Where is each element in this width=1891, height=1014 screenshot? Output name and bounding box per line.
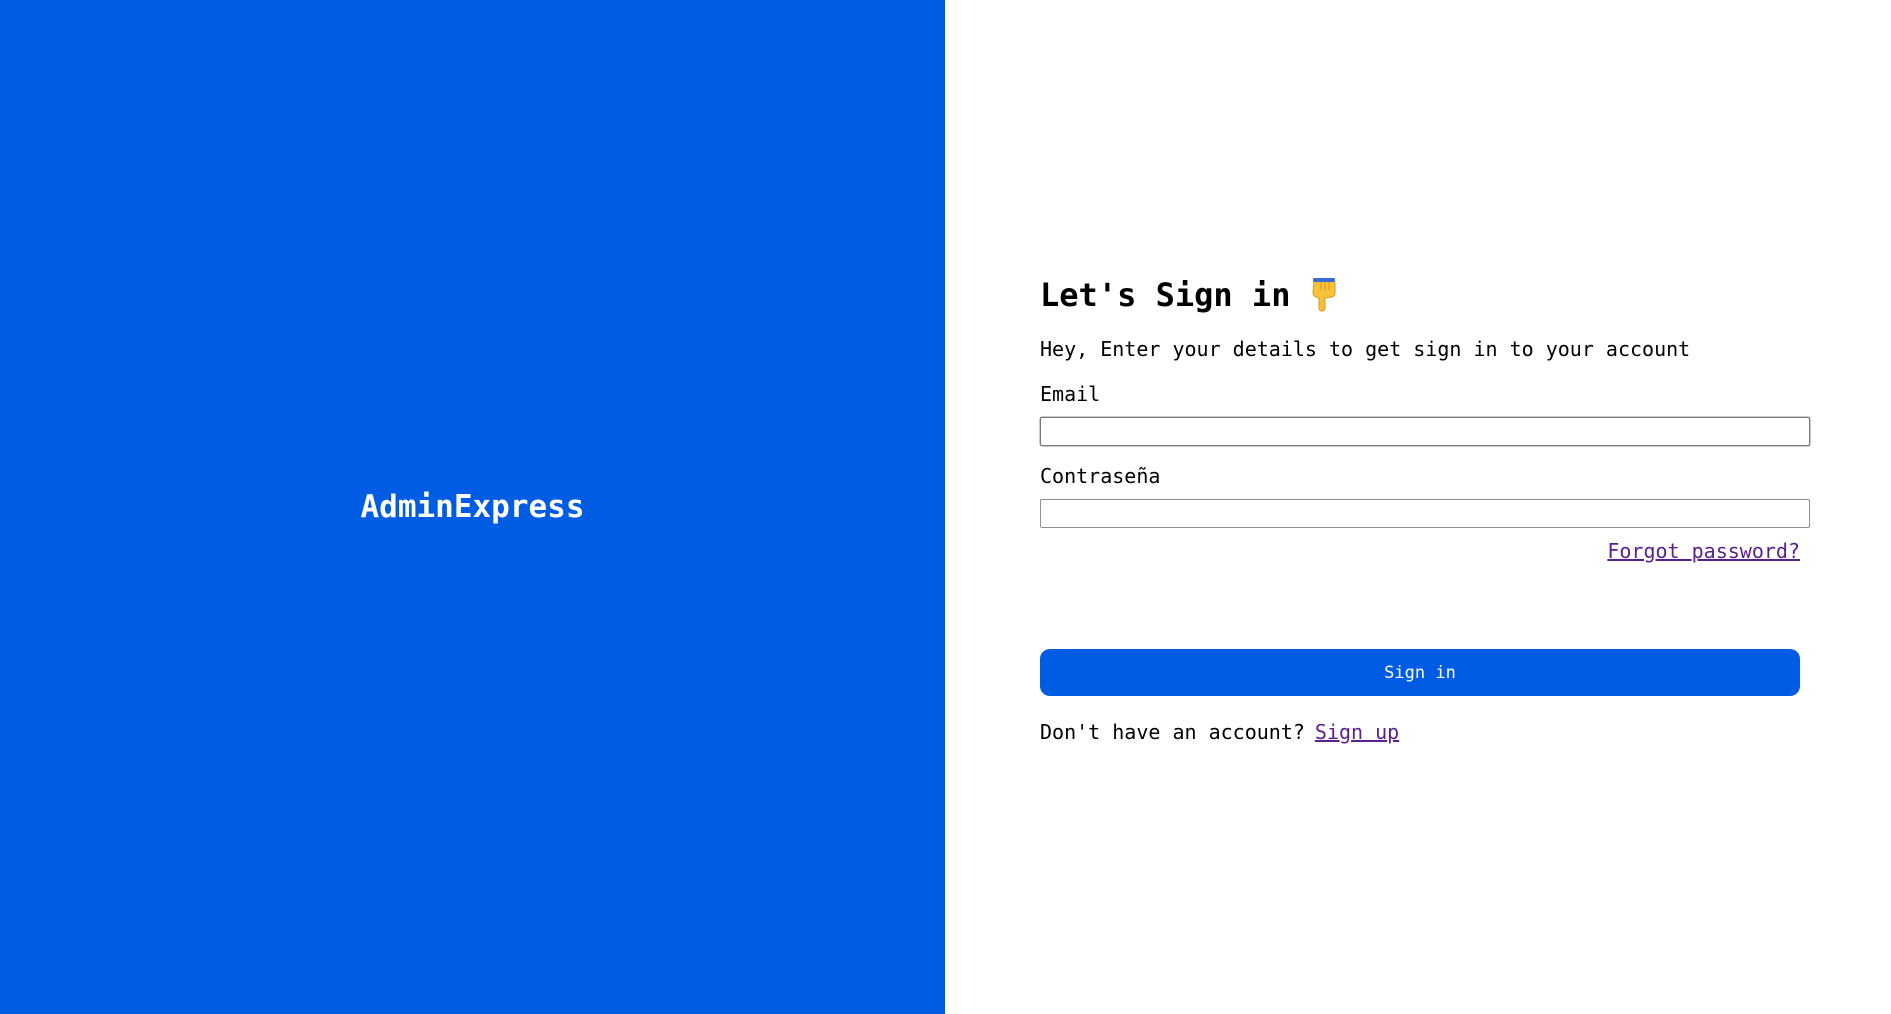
- page-title-text: Let's Sign in: [1040, 276, 1291, 314]
- email-field[interactable]: [1040, 417, 1810, 446]
- brand-logo-text: AdminExpress: [360, 489, 585, 525]
- signin-panel: Let's Sign in Hey, Enter your details to…: [945, 0, 1891, 1014]
- forgot-password-link[interactable]: Forgot password?: [1607, 539, 1800, 563]
- subtitle: Hey, Enter your details to get sign in t…: [1040, 337, 1691, 361]
- password-label: Contraseña: [1040, 464, 1161, 488]
- pointing-down-icon: [1308, 278, 1338, 312]
- forgot-row: Forgot password?: [1040, 537, 1800, 565]
- signin-button[interactable]: Sign in: [1040, 649, 1800, 696]
- signup-link[interactable]: Sign up: [1315, 720, 1399, 744]
- brand-panel: AdminExpress: [0, 0, 945, 1014]
- signup-row: Don't have an account? Sign up: [1040, 718, 1815, 746]
- page-title: Let's Sign in: [1040, 273, 1815, 317]
- password-field[interactable]: [1040, 499, 1810, 528]
- no-account-text: Don't have an account?: [1040, 720, 1305, 744]
- login-page: AdminExpress Let's Sign in Hey, Enter yo…: [0, 0, 1891, 1014]
- email-label: Email: [1040, 382, 1101, 406]
- signin-form: Let's Sign in Hey, Enter your details to…: [1040, 273, 1815, 746]
